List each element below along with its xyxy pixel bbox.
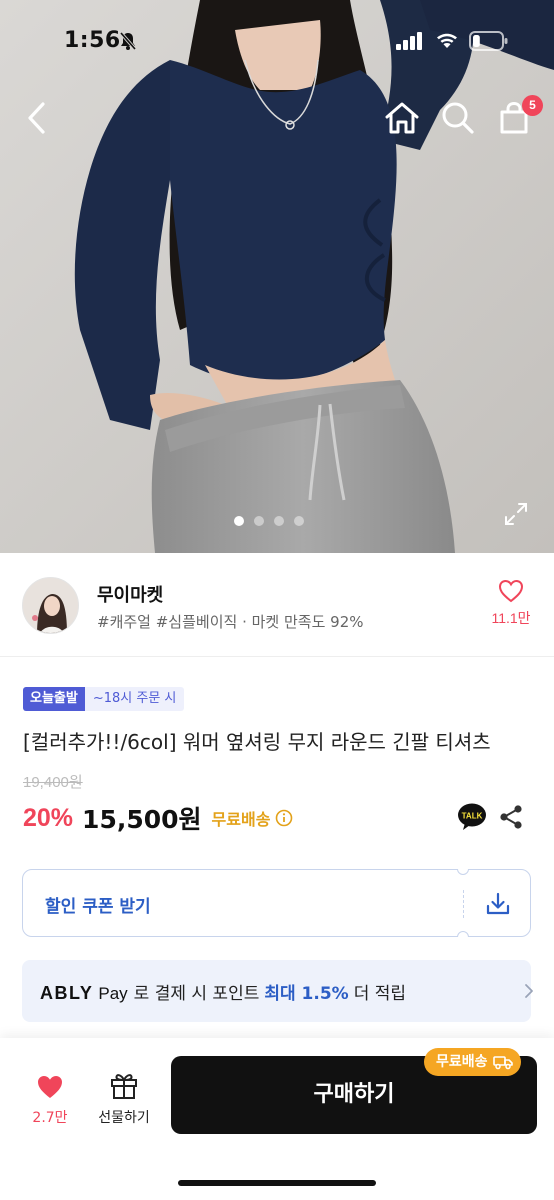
chevron-left-icon	[28, 102, 45, 134]
gallery-dot	[254, 516, 264, 526]
heart-outline-icon	[498, 579, 524, 603]
ably-pay-banner[interactable]: ABLY Pay 로 결제 시 포인트 최대 1.5% 더 적립	[22, 960, 533, 1022]
gift-label: 선물하기	[98, 1110, 150, 1126]
share-button[interactable]	[498, 804, 524, 830]
gift-button[interactable]: 선물하기	[92, 1070, 156, 1127]
fullscreen-button[interactable]	[502, 500, 530, 528]
product-title: [컬러추가!!/6col] 워머 옆셔링 무지 라운드 긴팔 티셔츠	[23, 730, 491, 754]
original-price: 19,400원	[23, 774, 83, 791]
search-icon	[442, 102, 474, 134]
seller-tags: #캐주얼 #심플베이직 · 마켓 만족도 92%	[97, 613, 364, 631]
pay-point-highlight: 최대 1.5%	[264, 984, 349, 1004]
info-icon[interactable]	[275, 809, 293, 827]
home-icon	[385, 102, 419, 134]
gallery-dot	[234, 516, 244, 526]
home-indicator	[178, 1180, 376, 1186]
seller-like-count: 11.1만	[491, 610, 531, 626]
delivery-badge: 오늘출발 ~18시 주문 시	[23, 687, 185, 711]
pay-text-after: 더 적립	[353, 984, 407, 1004]
pay-logo: Pay	[98, 984, 128, 1003]
coupon-notch-top	[457, 869, 469, 875]
home-button[interactable]	[380, 96, 424, 140]
gallery-pagination	[234, 516, 304, 526]
like-count: 2.7만	[32, 1110, 68, 1126]
expand-icon	[505, 503, 527, 525]
seller-row[interactable]: 무이마켓 #캐주얼 #심플베이직 · 마켓 만족도 92% 11.1만	[0, 553, 554, 657]
seller-like-button[interactable]: 11.1만	[488, 579, 534, 628]
seller-name: 무이마켓	[97, 585, 164, 606]
kakao-talk-icon: TALK	[458, 803, 486, 830]
coupon-notch-bottom	[457, 931, 469, 937]
like-button[interactable]: 2.7만	[28, 1074, 72, 1127]
silent-bell-icon	[119, 31, 137, 51]
cellular-signal-icon	[396, 32, 422, 50]
wifi-icon	[437, 33, 457, 48]
back-button[interactable]	[16, 96, 56, 140]
price-row: 20% 15,500원 무료배송	[23, 800, 293, 836]
download-icon	[486, 892, 510, 915]
gift-icon	[111, 1074, 137, 1099]
badge-today-shipping: 오늘출발	[23, 687, 85, 711]
cart-count-badge: 5	[522, 95, 543, 116]
chevron-right-icon	[525, 984, 533, 998]
share-icon	[500, 805, 522, 829]
delivery-truck-icon	[492, 1056, 513, 1070]
search-button[interactable]	[436, 96, 480, 140]
pay-text-before: 로 결제 시 포인트	[133, 984, 260, 1004]
coupon-download-button[interactable]: 할인 쿠폰 받기	[22, 869, 531, 937]
discount-rate: 20%	[23, 803, 74, 832]
gallery-dot	[294, 516, 304, 526]
badge-order-cutoff: ~18시 주문 시	[84, 687, 185, 711]
battery-icon	[469, 31, 508, 51]
ably-pay-text: ABLY Pay 로 결제 시 포인트 최대 1.5% 더 적립	[40, 979, 406, 1004]
avatar-image	[23, 578, 78, 633]
gallery-dot	[274, 516, 284, 526]
seller-avatar[interactable]	[22, 577, 79, 634]
ably-logo: ABLY	[40, 983, 94, 1003]
status-time: 1:56	[64, 28, 121, 53]
free-shipping-chip: 무료배송	[424, 1048, 521, 1076]
svg-text:TALK: TALK	[462, 812, 483, 821]
free-shipping-chip-label: 무료배송	[436, 1054, 488, 1070]
status-bar: 1:56	[0, 0, 554, 84]
product-image-gallery[interactable]: 1:56 5	[0, 0, 554, 553]
heart-filled-icon	[38, 1076, 62, 1098]
sale-price: 15,500원	[82, 805, 202, 834]
coupon-label: 할인 쿠폰 받기	[45, 897, 151, 917]
kakao-talk-button[interactable]: TALK	[457, 803, 487, 831]
bottom-action-bar: 2.7만 선물하기 구매하기 무료배송	[0, 1038, 554, 1200]
coupon-divider	[463, 890, 464, 918]
free-shipping-label[interactable]: 무료배송	[212, 806, 271, 830]
